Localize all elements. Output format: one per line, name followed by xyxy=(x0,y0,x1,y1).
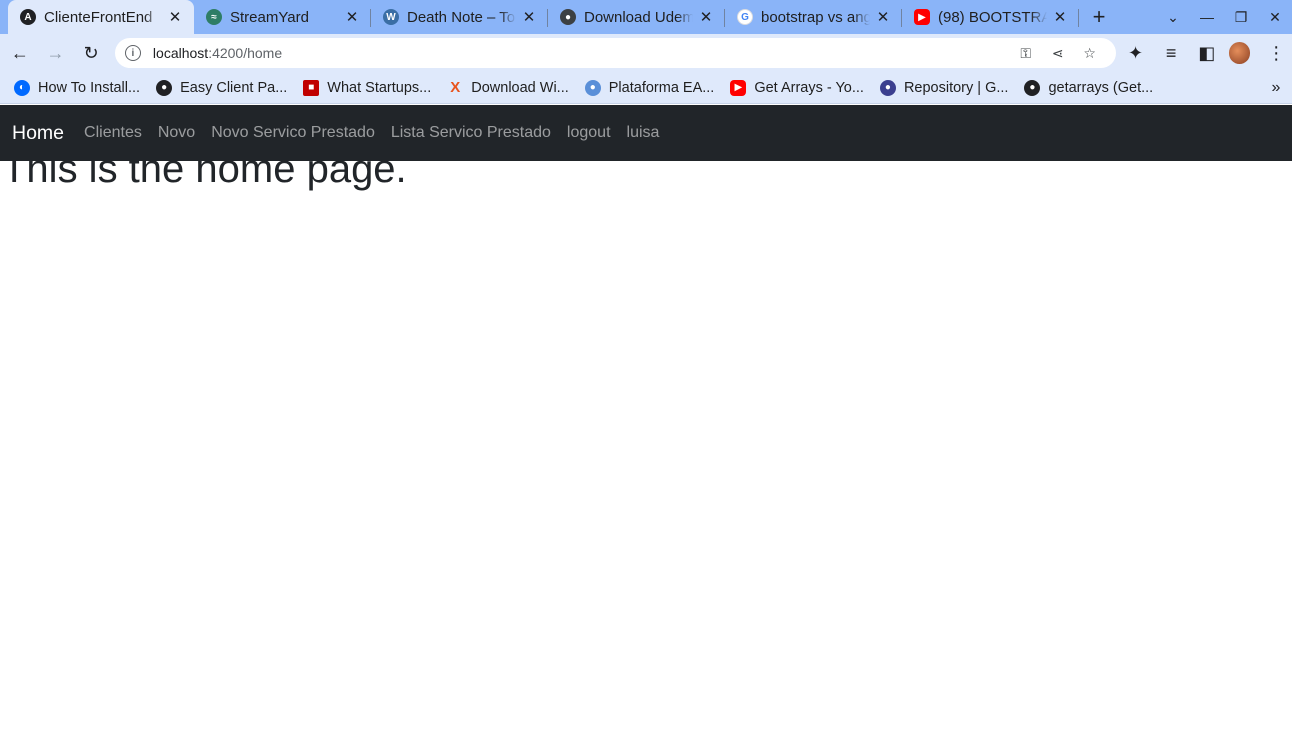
digitalocean-icon: ◐ xyxy=(14,79,30,96)
close-tab-icon[interactable]: ✕ xyxy=(874,8,892,26)
key-icon[interactable]: ⚿ xyxy=(1010,45,1042,62)
bookmark-plataforma-ead[interactable]: ● Plataforma EA... xyxy=(577,74,723,102)
tab-title: ClienteFrontEnd xyxy=(44,8,153,26)
github-icon: ● xyxy=(1024,79,1041,96)
tab-youtube-bootstrap[interactable]: ▶ (98) BOOTSTRAP ✕ xyxy=(902,0,1079,34)
bookmark-repository[interactable]: ● Repository | G... xyxy=(872,74,1017,102)
bookmark-label: Easy Client Pa... xyxy=(180,79,288,96)
startups-icon: ■ xyxy=(303,79,320,96)
address-bar[interactable]: i localhost:4200/home ⚿ ⋖ ☆ xyxy=(114,38,1116,68)
close-tab-icon[interactable]: ✕ xyxy=(697,8,715,26)
tab-clientefrontend[interactable]: A ClienteFrontEnd ✕ xyxy=(8,0,194,34)
bookmark-label: Plataforma EA... xyxy=(608,79,715,96)
tab-strip: A ClienteFrontEnd ✕ ≈ StreamYard ✕ W Dea… xyxy=(0,0,1292,34)
close-tab-icon[interactable]: ✕ xyxy=(166,8,184,26)
navbar-brand-home[interactable]: Home xyxy=(12,122,64,145)
url-host: localhost xyxy=(152,45,209,61)
tab-streamyard[interactable]: ≈ StreamYard ✕ xyxy=(194,0,371,34)
nav-link-clientes[interactable]: Clientes xyxy=(76,124,150,142)
bookmarks-more-button[interactable]: » xyxy=(1260,79,1292,97)
tab-title: (98) BOOTSTRAP xyxy=(938,8,1047,26)
tab-title: Download Udem xyxy=(584,8,693,26)
tab-bootstrap-vs-angular[interactable]: G bootstrap vs ang ✕ xyxy=(725,0,902,34)
forward-icon[interactable]: → xyxy=(40,37,72,69)
nav-link-user-luisa[interactable]: luisa xyxy=(619,124,668,142)
media-control-icon[interactable]: ≡ xyxy=(1155,37,1187,69)
tab-title: Death Note – Tod xyxy=(407,8,516,26)
back-icon[interactable]: ← xyxy=(4,37,36,69)
nav-link-logout[interactable]: logout xyxy=(559,124,619,142)
bookmark-getarrays-github[interactable]: ● getarrays (Get... xyxy=(1016,74,1161,102)
tab-separator xyxy=(1078,9,1079,27)
menu-icon[interactable]: ⋮ xyxy=(1260,37,1292,69)
new-tab-button[interactable]: + xyxy=(1079,0,1119,34)
youtube-icon: ▶ xyxy=(730,79,747,96)
bookmark-get-arrays-youtube[interactable]: ▶ Get Arrays - Yo... xyxy=(722,74,872,102)
bookmark-label: How To Install... xyxy=(38,79,141,96)
streamyard-icon: ≈ xyxy=(206,9,222,25)
minimize-icon[interactable]: — xyxy=(1190,0,1224,34)
x-icon: X xyxy=(450,79,461,96)
bookmark-star-icon[interactable]: ☆ xyxy=(1074,45,1106,62)
repository-icon: ● xyxy=(879,79,896,96)
wordpress-icon: W xyxy=(383,9,399,25)
close-tab-icon[interactable]: ✕ xyxy=(520,8,538,26)
browser-toolbar: ← → ↻ i localhost:4200/home ⚿ ⋖ ☆ ✦ ≡ ◧ … xyxy=(0,34,1292,72)
url-path: :4200/home xyxy=(208,45,283,61)
bookmark-how-to-install[interactable]: ◐ How To Install... xyxy=(6,74,148,102)
ead-icon: ● xyxy=(584,79,601,96)
nav-link-novo-servico-prestado[interactable]: Novo Servico Prestado xyxy=(203,124,383,142)
side-panel-icon[interactable]: ◧ xyxy=(1191,37,1223,69)
close-tab-icon[interactable]: ✕ xyxy=(343,8,361,26)
profile-avatar[interactable] xyxy=(1228,42,1251,64)
bookmark-label: What Startups... xyxy=(327,79,432,96)
youtube-icon: ▶ xyxy=(914,9,930,25)
site-info-icon[interactable]: i xyxy=(124,45,141,61)
bookmark-label: getarrays (Get... xyxy=(1048,79,1154,96)
nav-link-lista-servico-prestado[interactable]: Lista Servico Prestado xyxy=(383,124,559,142)
tab-title: bootstrap vs ang xyxy=(761,8,870,26)
app-navbar: Home Clientes Novo Novo Servico Prestado… xyxy=(0,105,1292,161)
globe-icon: ● xyxy=(156,79,173,96)
tab-title: StreamYard xyxy=(230,8,309,26)
tab-death-note[interactable]: W Death Note – Tod ✕ xyxy=(371,0,548,34)
close-window-icon[interactable]: ✕ xyxy=(1258,0,1292,34)
extensions-icon[interactable]: ✦ xyxy=(1120,37,1152,69)
bookmarks-bar: ◐ How To Install... ● Easy Client Pa... … xyxy=(0,72,1292,104)
bookmark-download-wi[interactable]: X Download Wi... xyxy=(439,74,577,102)
reload-icon[interactable]: ↻ xyxy=(75,37,107,69)
share-icon[interactable]: ⋖ xyxy=(1042,45,1074,62)
google-icon: G xyxy=(737,9,753,25)
restore-icon[interactable]: ❐ xyxy=(1224,0,1258,34)
bookmark-label: Repository | G... xyxy=(903,79,1009,96)
nav-link-novo[interactable]: Novo xyxy=(150,124,203,142)
bookmark-easy-client[interactable]: ● Easy Client Pa... xyxy=(148,74,295,102)
tab-search-icon[interactable]: ⌄ xyxy=(1156,0,1190,34)
tab-download-udemy[interactable]: ● Download Udem ✕ xyxy=(548,0,725,34)
bookmark-label: Get Arrays - Yo... xyxy=(754,79,864,96)
bookmark-what-startups[interactable]: ■ What Startups... xyxy=(295,74,439,102)
angular-icon: A xyxy=(20,9,36,25)
bookmark-label: Download Wi... xyxy=(471,79,569,96)
close-tab-icon[interactable]: ✕ xyxy=(1051,8,1069,26)
globe-icon: ● xyxy=(560,9,576,25)
url-text[interactable]: localhost:4200/home xyxy=(153,45,282,61)
